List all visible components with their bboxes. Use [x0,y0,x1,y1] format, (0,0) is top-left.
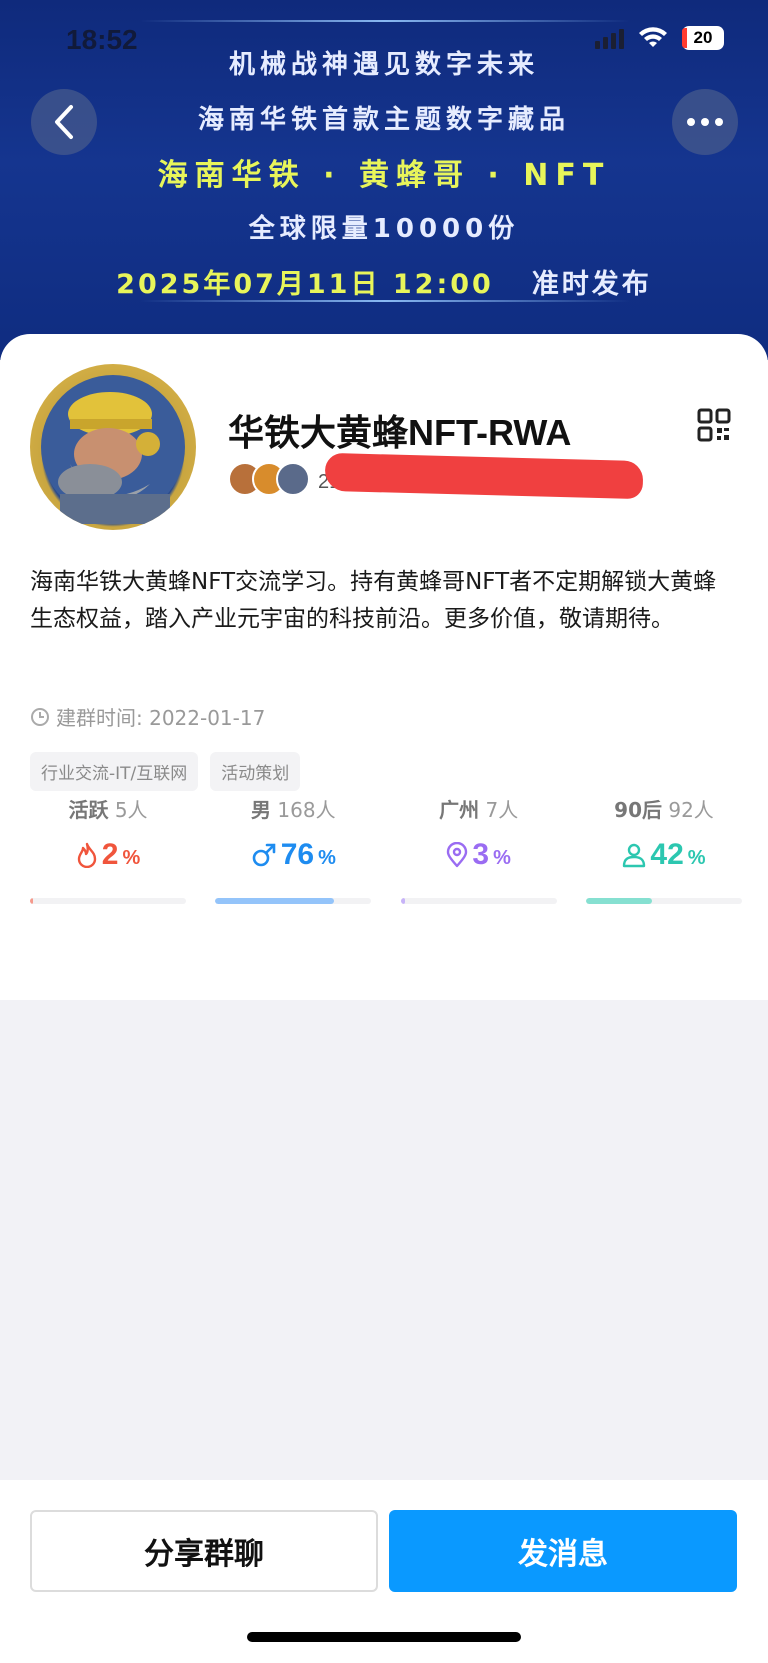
stat-value: 42% [586,838,742,872]
stat-location: 广州 7人 3% [400,794,557,904]
group-tags: 行业交流-IT/互联网 活动策划 [30,752,301,791]
stat-age: 90后 92人 42% [585,794,742,904]
group-description: 海南华铁大黄蜂NFT交流学习。持有黄蜂哥NFT者不定期解锁大黄蜂生态权益，踏入产… [30,569,717,632]
banner-line-5: 2025年07月11日 12:00 准时发布 [0,262,768,301]
status-time: 18:52 [66,24,138,55]
stat-value: 76% [215,838,371,872]
back-button[interactable] [31,89,97,155]
stat-label: 男 168人 [251,798,336,822]
battery-icon: 20 [682,26,724,50]
release-date: 2025年07月11日 12:00 [116,269,494,300]
stat-label: 90后 92人 [614,798,714,822]
stat-gender: 男 168人 76% [215,794,372,904]
banner-line-2: 海南华铁首款主题数字藏品 [197,105,570,135]
bottom-action-bar: 分享群聊 发消息 [0,1480,768,1663]
share-group-button[interactable]: 分享群聊 [30,1510,378,1592]
group-info-card: 华铁大黄蜂NFT-RWA 219人 · 群号 海南华铁大黄蜂NFT交流学习。持有… [0,334,768,1000]
stat-value: 2% [30,838,186,872]
send-message-button[interactable]: 发消息 [389,1510,737,1592]
male-icon [252,843,276,867]
bee-character-icon [41,375,185,524]
qr-code-icon[interactable] [697,408,731,442]
stat-bar [30,898,186,904]
founded-date-text: 建群时间: 2022-01-17 [56,706,266,730]
banner-line-4: 全球限量10000份 [248,214,520,244]
member-stats: 活跃 5人 2% 男 168人 76% 广州 7人 3 % 90后 92人 42… [30,794,742,904]
tag: 活动策划 [210,752,301,791]
tag: 行业交流-IT/互联网 [30,752,199,791]
group-avatar[interactable] [30,364,196,530]
stat-label: 广州 7人 [439,798,519,822]
more-button[interactable] [672,89,738,155]
stat-bar [400,898,557,904]
member-avatar [276,462,310,496]
stat-value: 3% [401,838,557,872]
wifi-icon [639,27,667,47]
location-icon [447,842,468,868]
chevron-left-icon [55,105,73,139]
stat-bar [215,898,372,904]
more-dots-icon [687,118,723,126]
group-cover-banner: 机械战神遇见数字未来 海南华铁首款主题数字藏品 海南华铁 · 黄蜂哥 · NFT… [0,0,768,360]
cellular-signal-icon [595,27,624,49]
flame-icon [77,842,96,868]
stat-label: 活跃 5人 [68,798,148,822]
release-text: 准时发布 [531,269,652,300]
stat-bar [585,898,742,904]
stat-active: 活跃 5人 2% [30,794,186,904]
status-icons: 20 [595,26,724,50]
founded-date: 建群时间: 2022-01-17 [30,702,265,731]
group-name: 华铁大黄蜂NFT-RWA [228,412,572,453]
clock-icon [31,707,49,726]
banner-line-3: 海南华铁 · 黄蜂哥 · NFT [157,158,611,193]
person-icon [623,843,646,868]
home-indicator[interactable] [247,1632,521,1642]
